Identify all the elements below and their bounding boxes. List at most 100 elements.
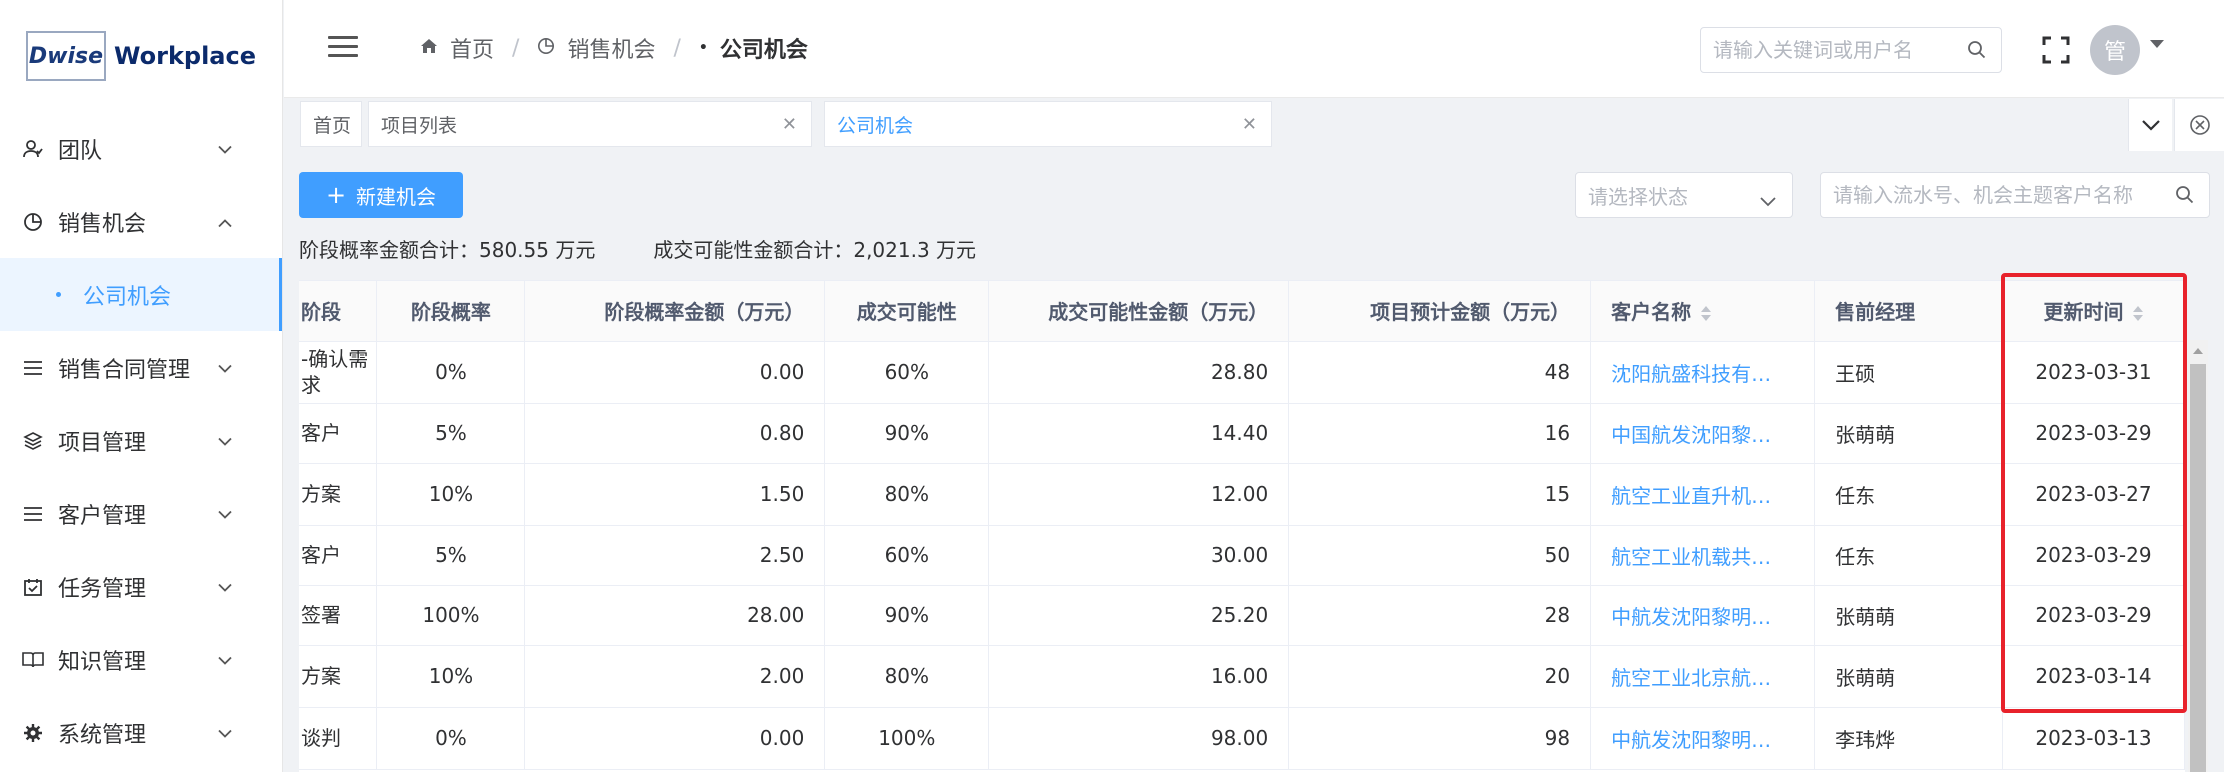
pie-chart-icon xyxy=(22,211,44,233)
cell-customer[interactable]: 航空工业北京航… xyxy=(1590,645,1816,708)
caret-down-icon[interactable] xyxy=(2150,40,2164,48)
sort-icon[interactable] xyxy=(1701,306,1712,322)
table-row[interactable]: 客户 5% 2.50 60% 30.00 50 航空工业机载共… 任东 2023-03-29 xyxy=(299,525,2185,586)
sidebar-item-sales-contract[interactable]: 销售合同管理 xyxy=(0,331,282,404)
cell-est-amount: 28 xyxy=(1288,585,1592,646)
cell-manager: 张萌萌 xyxy=(1814,403,2003,464)
table-scrollbar[interactable] xyxy=(2188,340,2208,772)
cell-stage: 方案 xyxy=(299,463,378,526)
search-icon[interactable] xyxy=(2175,185,2195,209)
chevron-up-icon xyxy=(218,212,232,231)
breadcrumb-label: 首页 xyxy=(450,38,495,63)
sidebar-item-sales-opportunity[interactable]: 销售机会 xyxy=(0,185,282,258)
cell-stage: 客户 xyxy=(299,403,378,464)
cell-stage-prob: 10% xyxy=(376,645,526,708)
cell-stage-prob: 0% xyxy=(376,341,526,404)
sidebar-item-task[interactable]: 任务管理 xyxy=(0,550,282,623)
stage-probability-total: 阶段概率金额合计：580.55 万元 xyxy=(299,238,596,262)
close-icon[interactable]: ✕ xyxy=(782,114,797,135)
fullscreen-icon[interactable] xyxy=(2042,36,2070,64)
status-select[interactable]: 请选择状态 xyxy=(1575,172,1793,218)
sidebar-item-label: 任务管理 xyxy=(58,576,147,602)
cell-manager: 任东 xyxy=(1814,463,2003,526)
table-row[interactable]: 方案 10% 2.00 80% 16.00 20 航空工业北京航… 张萌萌 2023-03-14 xyxy=(299,645,2185,708)
menu-toggle-icon[interactable] xyxy=(328,36,358,58)
breadcrumb-sales-opportunity[interactable]: 销售机会 xyxy=(537,32,655,64)
cell-stage: -确认需求 xyxy=(299,341,378,404)
table-row[interactable]: 方案 10% 1.50 80% 12.00 15 航空工业直升机… 任东 2023-03-27 xyxy=(299,463,2185,526)
opportunity-search-input[interactable] xyxy=(1821,173,2161,217)
cell-deal-prob: 100% xyxy=(824,707,990,770)
cell-stage-amount: 28.00 xyxy=(524,585,826,646)
table-row[interactable]: 谈判 0% 0.00 100% 98.00 98 中航发沈阳黎明… 李玮烨 2023-03-13 xyxy=(299,707,2185,770)
sidebar-item-system[interactable]: 系统管理 xyxy=(0,696,282,769)
breadcrumb: 首页 / 销售机会 / • 公司机会 xyxy=(420,32,808,64)
cell-manager: 李玮烨 xyxy=(1814,707,2003,770)
plus-icon: + xyxy=(325,181,347,209)
cell-stage-prob: 5% xyxy=(376,525,526,586)
logo-mark: Dwise xyxy=(26,31,106,81)
cell-customer[interactable]: 航空工业机载共… xyxy=(1590,525,1816,586)
pie-chart-icon xyxy=(537,37,555,60)
column-header: 阶段概率金额（万元） xyxy=(524,281,826,342)
gear-icon xyxy=(22,722,44,744)
search-icon[interactable] xyxy=(1967,40,1987,64)
cell-stage-prob: 100% xyxy=(376,585,526,646)
global-search-input[interactable] xyxy=(1701,28,1941,72)
sidebar-item-customer[interactable]: 客户管理 xyxy=(0,477,282,550)
tab-company-opportunity[interactable]: 公司机会 ✕ xyxy=(824,101,1272,147)
cell-stage-amount: 0.80 xyxy=(524,403,826,464)
sidebar-item-label: 团队 xyxy=(58,138,103,164)
sidebar-item-team[interactable]: 团队 xyxy=(0,112,282,185)
cell-stage-amount: 0.00 xyxy=(524,707,826,770)
breadcrumb-separator: / xyxy=(673,35,681,61)
cell-customer[interactable]: 沈阳航盛科技有… xyxy=(1590,341,1816,404)
opportunity-search xyxy=(1820,172,2210,218)
close-all-tabs-button[interactable] xyxy=(2174,99,2224,151)
cell-stage: 方案 xyxy=(299,645,378,708)
sidebar-item-label: 知识管理 xyxy=(58,649,147,675)
sidebar-item-project[interactable]: 项目管理 xyxy=(0,404,282,477)
cell-customer[interactable]: 中航发沈阳黎明… xyxy=(1590,707,1816,770)
close-icon[interactable]: ✕ xyxy=(1242,114,1257,135)
table-row[interactable]: 签署 100% 28.00 90% 25.20 28 中航发沈阳黎明… 张萌萌 2023-03-… xyxy=(299,585,2185,646)
column-header-sortable[interactable]: 客户名称 xyxy=(1590,281,1816,342)
column-header: 售前经理 xyxy=(1814,281,2003,342)
cell-manager: 张萌萌 xyxy=(1814,645,2003,708)
scroll-up-icon[interactable] xyxy=(2193,348,2203,354)
avatar[interactable]: 管 xyxy=(2090,25,2140,75)
cell-stage-amount: 2.50 xyxy=(524,525,826,586)
cell-customer[interactable]: 中航发沈阳黎明… xyxy=(1590,585,1816,646)
column-header: 阶段概率 xyxy=(376,281,526,342)
deal-probability-total: 成交可能性金额合计：2,021.3 万元 xyxy=(653,238,977,262)
cell-stage-amount: 0.00 xyxy=(524,341,826,404)
sort-icon[interactable] xyxy=(2133,306,2144,322)
tab-home[interactable]: 首页 xyxy=(300,101,362,147)
home-icon xyxy=(420,38,438,59)
cell-customer[interactable]: 航空工业直升机… xyxy=(1590,463,1816,526)
table-row[interactable]: 客户 5% 0.80 90% 14.40 16 中国航发沈阳黎… 张萌萌 2023-03-29 xyxy=(299,403,2185,464)
new-opportunity-button[interactable]: + 新建机会 xyxy=(299,172,463,218)
breadcrumb-home[interactable]: 首页 xyxy=(420,32,494,64)
cell-est-amount: 15 xyxy=(1288,463,1592,526)
cell-stage: 客户 xyxy=(299,525,378,586)
cell-deal-amount: 16.00 xyxy=(988,645,1290,708)
scrollbar-thumb[interactable] xyxy=(2190,364,2206,772)
tab-project-list[interactable]: 项目列表 ✕ xyxy=(368,101,812,147)
summary-totals: 阶段概率金额合计：580.55 万元 成交可能性金额合计：2,021.3 万元 xyxy=(299,234,1034,263)
tabs-dropdown-button[interactable] xyxy=(2128,99,2172,151)
cell-manager: 任东 xyxy=(1814,525,2003,586)
chevron-down-icon xyxy=(218,723,232,742)
cell-deal-prob: 80% xyxy=(824,463,990,526)
opportunity-table: 阶段 阶段概率 阶段概率金额（万元） 成交可能性 成交可能性金额（万元） 项目预… xyxy=(299,280,2185,772)
table-row[interactable]: -确认需求 0% 0.00 60% 28.80 48 沈阳航盛科技有… 王硕 2023-03-3… xyxy=(299,341,2185,404)
sidebar-subitem-company-opportunity[interactable]: 公司机会 xyxy=(0,258,282,331)
sidebar-item-knowledge[interactable]: 知识管理 xyxy=(0,623,282,696)
cell-updated: 2023-03-31 xyxy=(2002,341,2185,404)
cell-deal-amount: 98.00 xyxy=(988,707,1290,770)
cell-customer[interactable]: 中国航发沈阳黎… xyxy=(1590,403,1816,464)
cell-deal-amount: 14.40 xyxy=(988,403,1290,464)
list-icon xyxy=(22,503,44,525)
new-opportunity-label: 新建机会 xyxy=(356,184,437,209)
column-header-sortable[interactable]: 更新时间 xyxy=(2002,281,2185,342)
